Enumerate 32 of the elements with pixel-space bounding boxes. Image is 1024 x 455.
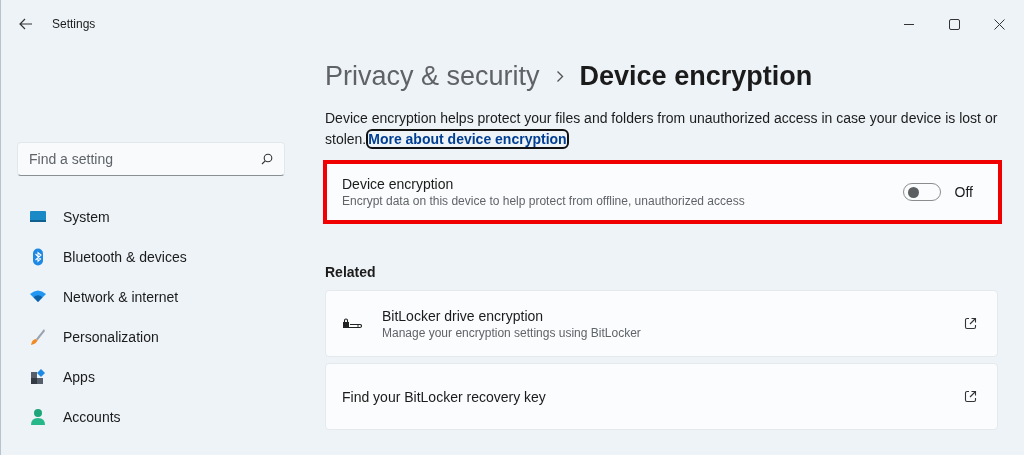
link-title: BitLocker drive encryption xyxy=(382,307,545,324)
related-link-card[interactable]: BitLocker drive encryption Manage your encryption settings using BitLocker xyxy=(325,290,998,357)
link-description: Manage your encryption settings using BitLocker xyxy=(382,325,642,340)
back-arrow-icon[interactable] xyxy=(19,18,33,30)
page-title: Device encryption xyxy=(579,60,813,92)
external-link-icon xyxy=(964,390,977,403)
close-icon[interactable] xyxy=(994,18,1005,30)
nav-item[interactable]: Bluetooth & devices xyxy=(17,237,285,277)
maximize-icon[interactable] xyxy=(949,18,960,30)
search-icon xyxy=(261,153,273,165)
link-title: Find your BitLocker recovery key xyxy=(342,388,547,405)
nav-item[interactable]: System xyxy=(17,197,285,237)
setting-title: Device encryption xyxy=(342,176,455,192)
link[interactable]: More about device encryption xyxy=(368,131,567,147)
external-link-icon xyxy=(964,317,977,330)
search-field[interactable]: Find a setting xyxy=(17,142,285,176)
paintbrush-icon xyxy=(29,328,47,346)
section-heading: Related xyxy=(325,264,377,281)
breadcrumb-link[interactable]: Privacy & security xyxy=(325,60,540,92)
related-link-card[interactable]: Find your BitLocker recovery key xyxy=(325,363,998,430)
chevron-right-icon xyxy=(555,69,564,83)
nav-item[interactable]: Apps xyxy=(17,357,285,397)
person-icon xyxy=(29,408,47,426)
description-text: Device encryption helps protect your files and folders from unauthorized access in case your device is lost or stolen.More about device encryption xyxy=(325,109,998,149)
lock-drive-icon xyxy=(342,317,362,330)
nav-item[interactable]: Personalization xyxy=(17,317,285,357)
toggle-state-label: Off xyxy=(954,184,973,200)
apps-icon xyxy=(29,368,47,386)
nav-item[interactable]: Network & internet xyxy=(17,277,285,317)
window-title: Settings xyxy=(52,17,96,31)
setting-description: Encrypt data on this device to help protect from offline, unauthorized access xyxy=(342,194,746,208)
nav-item[interactable]: Accounts xyxy=(17,397,285,437)
